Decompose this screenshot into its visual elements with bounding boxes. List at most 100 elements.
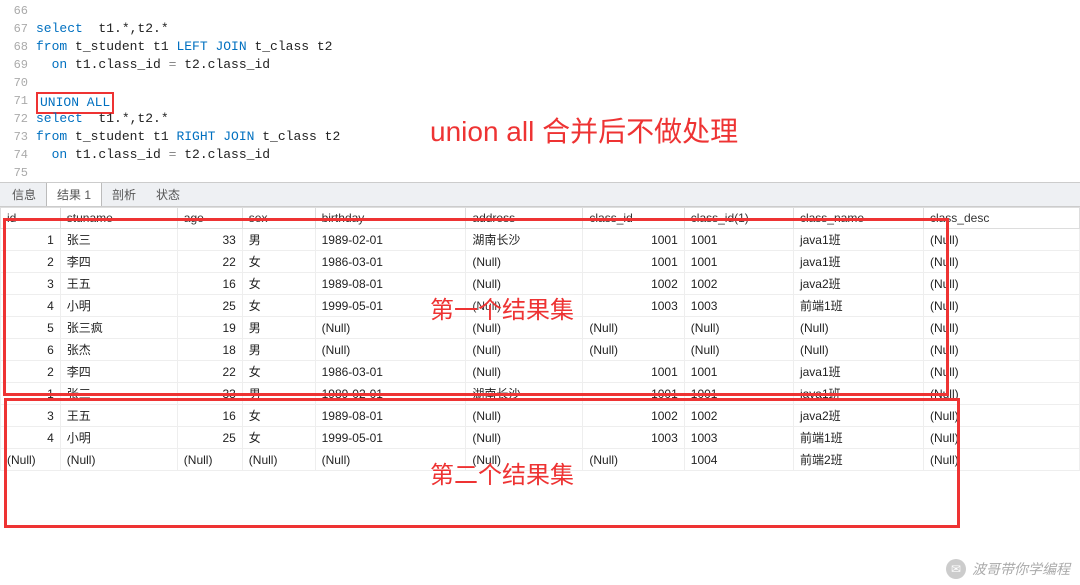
cell-stuname[interactable]: 张三 [60,383,177,405]
table-row[interactable]: 2李四22女1986-03-01(Null)10011001java1班(Nul… [1,251,1080,273]
cell-age[interactable]: 25 [177,427,242,449]
cell-class_id[interactable]: 1003 [583,295,684,317]
cell-age[interactable]: 19 [177,317,242,339]
cell-class_id[interactable]: 1001 [583,383,684,405]
cell-stuname[interactable]: 李四 [60,361,177,383]
table-row[interactable]: 1张三33男1989-02-01湖南长沙10011001java1班(Null) [1,229,1080,251]
cell-birthday[interactable]: (Null) [315,339,466,361]
cell-sex[interactable]: 女 [242,361,315,383]
table-row[interactable]: 4小明25女1999-05-01(Null)10031003前端1班(Null) [1,427,1080,449]
table-row[interactable]: 6张杰18男(Null)(Null)(Null)(Null)(Null)(Nul… [1,339,1080,361]
cell-class_desc[interactable]: (Null) [923,317,1079,339]
cell-sex[interactable]: 男 [242,339,315,361]
code-line[interactable]: from t_student t1 LEFT JOIN t_class t2 [36,38,1080,56]
cell-sex[interactable]: 女 [242,251,315,273]
cell-class_name[interactable]: (Null) [793,317,923,339]
tab-信息[interactable]: 信息 [2,183,46,206]
cell-class_id1[interactable]: 1001 [684,361,793,383]
cell-class_id[interactable]: 1001 [583,361,684,383]
cell-sex[interactable]: 女 [242,273,315,295]
cell-sex[interactable]: 男 [242,317,315,339]
cell-class_name[interactable]: java1班 [793,383,923,405]
cell-class_id[interactable]: 1002 [583,273,684,295]
cell-id[interactable]: 5 [1,317,61,339]
cell-age[interactable]: (Null) [177,449,242,471]
column-header-class_id[interactable]: class_id [583,208,684,229]
cell-class_id[interactable]: 1003 [583,427,684,449]
cell-class_name[interactable]: 前端1班 [793,295,923,317]
column-header-class_id(1)[interactable]: class_id(1) [684,208,793,229]
cell-id[interactable]: 1 [1,229,61,251]
cell-address[interactable]: (Null) [466,339,583,361]
cell-sex[interactable]: 男 [242,229,315,251]
column-header-id[interactable]: id [1,208,61,229]
cell-stuname[interactable]: 张杰 [60,339,177,361]
table-row[interactable]: 1张三33男1989-02-01湖南长沙10011001java1班(Null) [1,383,1080,405]
cell-class_id1[interactable]: 1001 [684,229,793,251]
cell-class_desc[interactable]: (Null) [923,273,1079,295]
cell-class_id1[interactable]: 1003 [684,427,793,449]
cell-class_id1[interactable]: (Null) [684,317,793,339]
cell-id[interactable]: 4 [1,427,61,449]
cell-class_name[interactable]: java2班 [793,405,923,427]
cell-stuname[interactable]: 王五 [60,273,177,295]
cell-class_name[interactable]: java1班 [793,229,923,251]
cell-id[interactable]: 2 [1,361,61,383]
code-line[interactable] [36,2,1080,20]
cell-class_name[interactable]: java1班 [793,361,923,383]
cell-class_desc[interactable]: (Null) [923,295,1079,317]
cell-class_desc[interactable]: (Null) [923,339,1079,361]
cell-class_id[interactable]: 1002 [583,405,684,427]
cell-sex[interactable]: 男 [242,383,315,405]
cell-age[interactable]: 16 [177,273,242,295]
result-grid[interactable]: idstunameagesexbirthdayaddressclass_idcl… [0,207,1080,471]
cell-class_desc[interactable]: (Null) [923,405,1079,427]
cell-birthday[interactable]: 1989-02-01 [315,383,466,405]
table-row[interactable]: 2李四22女1986-03-01(Null)10011001java1班(Nul… [1,361,1080,383]
cell-age[interactable]: 22 [177,251,242,273]
cell-class_desc[interactable]: (Null) [923,449,1079,471]
cell-class_name[interactable]: 前端1班 [793,427,923,449]
cell-stuname[interactable]: 王五 [60,405,177,427]
code-line[interactable]: on t1.class_id = t2.class_id [36,56,1080,74]
table-row[interactable]: 3王五16女1989-08-01(Null)10021002java2班(Nul… [1,405,1080,427]
cell-birthday[interactable]: 1986-03-01 [315,361,466,383]
cell-class_desc[interactable]: (Null) [923,383,1079,405]
cell-address[interactable]: (Null) [466,405,583,427]
tab-剖析[interactable]: 剖析 [102,183,146,206]
cell-birthday[interactable]: 1989-02-01 [315,229,466,251]
sql-editor[interactable]: 6667select t1.*,t2.*68from t_student t1 … [0,0,1080,182]
code-line[interactable]: UNION ALL [36,92,1080,110]
cell-class_id1[interactable]: 1002 [684,405,793,427]
cell-age[interactable]: 18 [177,339,242,361]
cell-class_id1[interactable]: 1001 [684,383,793,405]
cell-class_id[interactable]: 1001 [583,251,684,273]
cell-age[interactable]: 33 [177,383,242,405]
cell-age[interactable]: 16 [177,405,242,427]
cell-id[interactable]: 3 [1,405,61,427]
cell-address[interactable]: (Null) [466,427,583,449]
tab-结果 1[interactable]: 结果 1 [46,183,102,206]
cell-class_id1[interactable]: 1003 [684,295,793,317]
cell-id[interactable]: 4 [1,295,61,317]
cell-class_id1[interactable]: 1004 [684,449,793,471]
cell-sex[interactable]: 女 [242,427,315,449]
cell-class_desc[interactable]: (Null) [923,361,1079,383]
cell-address[interactable]: 湖南长沙 [466,229,583,251]
column-header-sex[interactable]: sex [242,208,315,229]
cell-address[interactable]: 湖南长沙 [466,383,583,405]
cell-class_id1[interactable]: 1001 [684,251,793,273]
cell-stuname[interactable]: 张三 [60,229,177,251]
cell-class_id[interactable]: (Null) [583,317,684,339]
cell-birthday[interactable]: 1989-08-01 [315,405,466,427]
cell-class_id[interactable]: 1001 [583,229,684,251]
column-header-age[interactable]: age [177,208,242,229]
cell-id[interactable]: 3 [1,273,61,295]
cell-class_name[interactable]: java2班 [793,273,923,295]
cell-birthday[interactable]: 1986-03-01 [315,251,466,273]
cell-stuname[interactable]: 小明 [60,295,177,317]
cell-id[interactable]: 1 [1,383,61,405]
cell-class_name[interactable]: java1班 [793,251,923,273]
cell-age[interactable]: 22 [177,361,242,383]
cell-sex[interactable]: 女 [242,295,315,317]
